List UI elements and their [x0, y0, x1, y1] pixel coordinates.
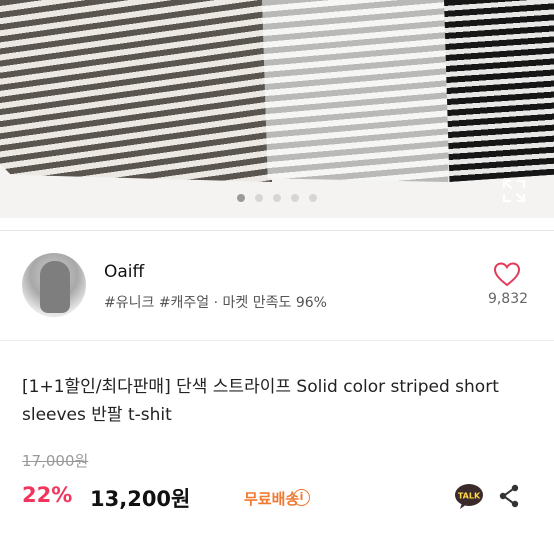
carousel-dot[interactable] — [309, 194, 317, 202]
info-icon[interactable]: i — [293, 489, 310, 506]
expand-image-button[interactable] — [500, 178, 528, 204]
heart-icon — [493, 262, 521, 287]
original-price: 17,000원 — [22, 452, 89, 470]
talk-button[interactable]: TALK — [454, 483, 484, 510]
product-image-brown-shirt — [0, 0, 272, 182]
section-divider — [0, 340, 554, 341]
carousel-dot[interactable] — [273, 194, 281, 202]
product-image-gray-shirt — [262, 0, 452, 182]
like-count: 9,832 — [487, 291, 529, 307]
carousel-dot-active[interactable] — [237, 194, 245, 202]
shop-avatar[interactable] — [22, 253, 86, 317]
product-image-black-shirt — [444, 0, 554, 182]
product-image-carousel[interactable] — [0, 0, 554, 218]
carousel-dot[interactable] — [255, 194, 263, 202]
talk-icon-label: TALK — [458, 492, 481, 501]
carousel-pagination — [0, 194, 554, 202]
shop-tags: #유니크 #캐주얼 · 마켓 만족도 96% — [104, 295, 327, 311]
share-icon — [499, 484, 519, 508]
like-button[interactable] — [492, 260, 522, 288]
discount-rate: 22% — [22, 483, 73, 507]
share-button[interactable] — [498, 484, 520, 508]
product-title: [1+1할인/최다판매] 단색 스트라이프 Solid color stripe… — [22, 377, 499, 425]
free-shipping-label: 무료배송 — [244, 490, 300, 508]
talk-icon: TALK — [455, 484, 483, 509]
sale-price: 13,200원 — [90, 487, 191, 511]
avatar-figure — [40, 261, 70, 313]
section-divider — [0, 230, 554, 231]
carousel-dot[interactable] — [291, 194, 299, 202]
shop-name[interactable]: Oaiff — [104, 262, 144, 282]
expand-icon — [502, 179, 526, 203]
